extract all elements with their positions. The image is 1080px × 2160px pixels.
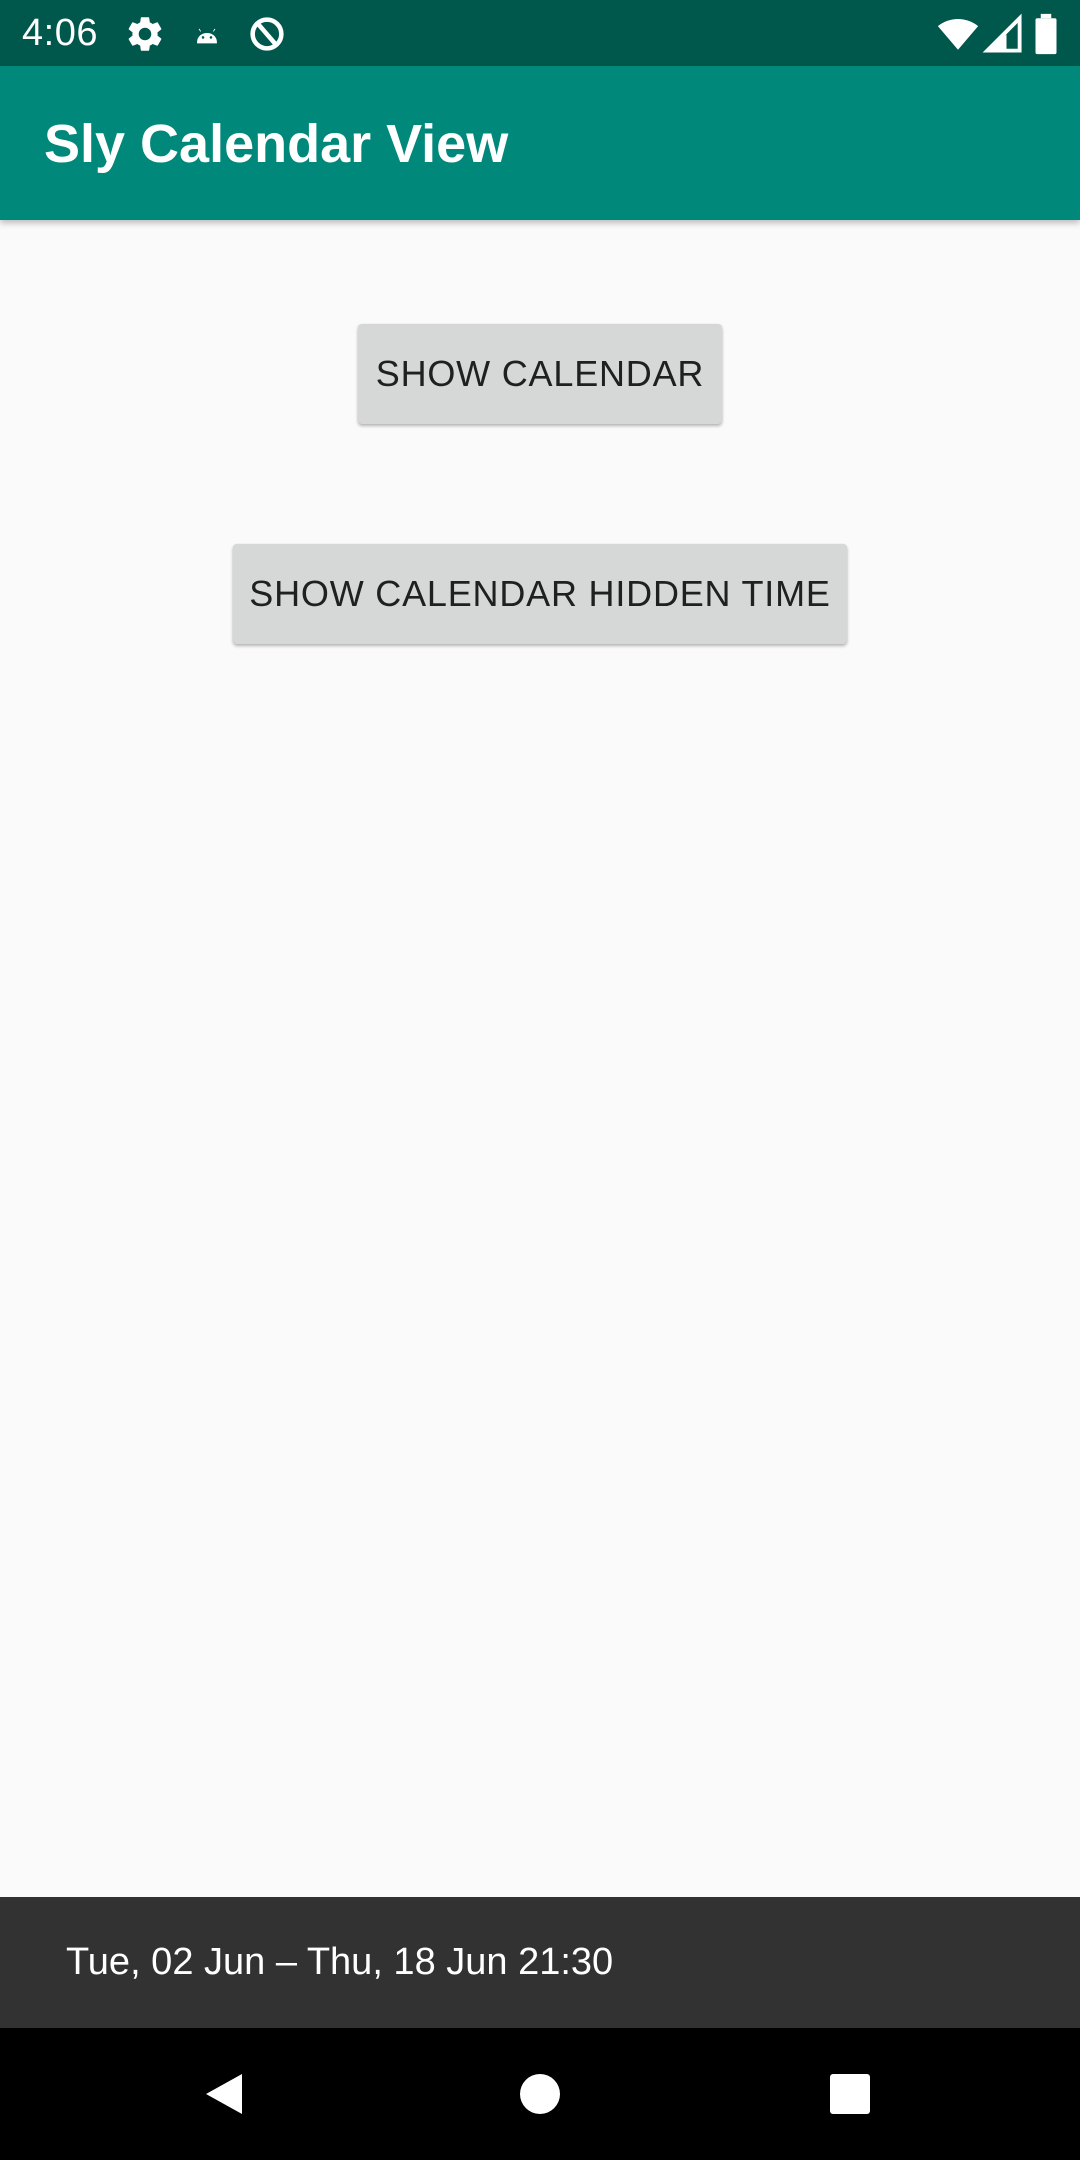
data-saver-icon	[246, 13, 288, 55]
status-bar: 4:06	[0, 0, 1080, 66]
battery-icon	[1030, 13, 1062, 55]
show-calendar-hidden-time-button[interactable]: SHOW CALENDAR HIDDEN TIME	[233, 544, 847, 644]
app-bar: Sly Calendar View	[0, 66, 1080, 220]
cellular-signal-icon	[982, 13, 1024, 55]
wifi-icon	[936, 13, 980, 55]
status-time: 4:06	[22, 12, 98, 54]
home-icon[interactable]	[510, 2064, 570, 2124]
recents-icon[interactable]	[820, 2064, 880, 2124]
android-icon	[190, 20, 224, 54]
navigation-bar	[0, 2028, 1080, 2160]
app-title: Sly Calendar View	[44, 114, 509, 174]
settings-icon	[124, 13, 166, 55]
show-calendar-button[interactable]: SHOW CALENDAR	[358, 324, 722, 424]
snackbar: Tue, 02 Jun – Thu, 18 Jun 21:30	[0, 1897, 1080, 2028]
snackbar-message: Tue, 02 Jun – Thu, 18 Jun 21:30	[66, 1941, 614, 1983]
back-icon[interactable]	[196, 2064, 256, 2124]
